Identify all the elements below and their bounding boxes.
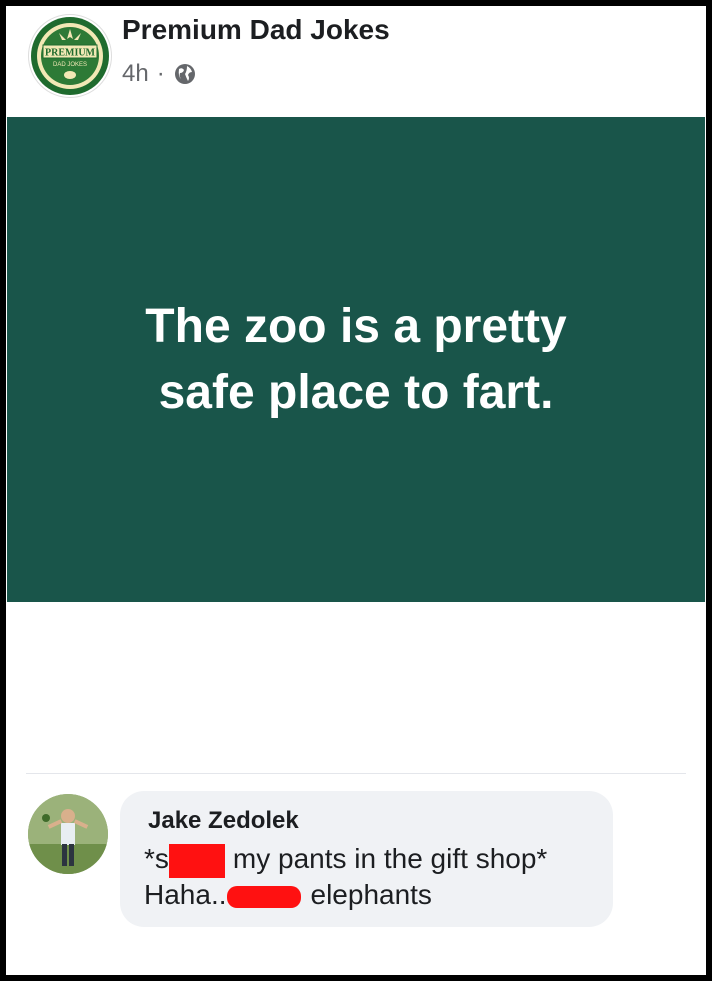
comment-line-1-end: my pants in the gift shop* bbox=[232, 843, 548, 874]
commenter-avatar[interactable] bbox=[28, 794, 108, 874]
comment-line-2-start: Haha.. bbox=[144, 879, 227, 910]
post-meta: 4h · bbox=[122, 60, 197, 88]
comment-author[interactable]: Jake Zedolek bbox=[148, 807, 299, 835]
commenter-photo bbox=[28, 794, 108, 874]
redaction-block bbox=[226, 885, 301, 908]
comment-line-1: *s my pants in the gift shop* bbox=[144, 843, 547, 878]
comment-line-2: Haha.. elephants bbox=[144, 879, 432, 911]
globe-icon bbox=[173, 62, 197, 86]
comment-line-1-start: *s bbox=[144, 843, 169, 874]
post-timestamp[interactable]: 4h bbox=[122, 60, 149, 88]
page-avatar[interactable]: PREMIUM DAD JOKES bbox=[28, 14, 112, 98]
joke-text: The zoo is a pretty safe place to fart. bbox=[56, 294, 656, 426]
premium-dad-jokes-logo: PREMIUM DAD JOKES bbox=[31, 17, 109, 95]
joke-line-2: safe place to fart. bbox=[158, 365, 554, 419]
logo-text: PREMIUM bbox=[45, 48, 96, 59]
redaction-block bbox=[168, 843, 225, 878]
page-name-link[interactable]: Premium Dad Jokes bbox=[122, 14, 390, 46]
comment-line-2-end: elephants bbox=[310, 879, 432, 910]
meta-separator: · bbox=[156, 60, 165, 87]
logo-subtext: DAD JOKES bbox=[53, 62, 87, 68]
comment-bubble: Jake Zedolek *s my pants in the gift shop… bbox=[120, 791, 613, 927]
joke-line-1: The zoo is a pretty bbox=[145, 299, 567, 353]
comments-divider bbox=[26, 773, 686, 774]
joke-image-card[interactable]: The zoo is a pretty safe place to fart. bbox=[7, 117, 705, 602]
